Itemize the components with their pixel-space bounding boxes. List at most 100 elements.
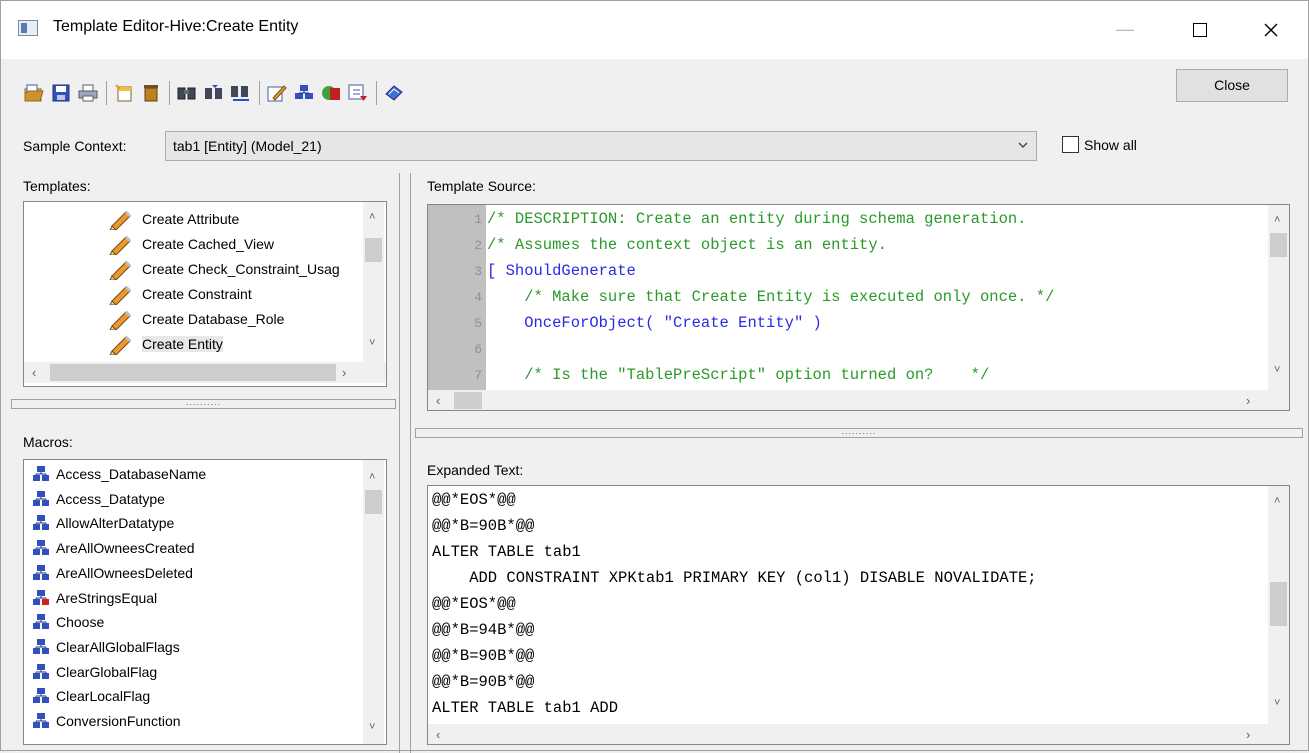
insert-button[interactable] [347,82,369,104]
vertical-splitter[interactable] [399,173,411,753]
chevron-up-icon[interactable]: ˄ [1274,215,1280,226]
macro-button[interactable] [293,82,315,104]
sample-context-dropdown[interactable]: tab1 [Entity] (Model_21) [165,131,1037,161]
macro-item[interactable]: AreStringsEqual [32,586,157,610]
new-button[interactable] [113,82,135,104]
expand-button[interactable] [320,82,342,104]
templates-label: Templates: [23,178,91,194]
macro-item-label: AreAllOwneesDeleted [56,564,193,581]
expanded-text-view[interactable]: @@*EOS*@@ @@*B=90B*@@ ALTER TABLE tab1 ADD… [427,485,1290,745]
code-line: /* Assumes the context object is an enti… [487,236,887,254]
macro-item[interactable]: ClearLocalFlag [32,684,150,708]
save-button[interactable] [50,82,72,104]
print-button[interactable] [77,82,99,104]
macros-list[interactable]: Access_DatabaseName Access_Datatype AllowA… [23,459,387,745]
macro-icon [33,688,49,704]
expanded-hscrollbar[interactable]: ‹ › [428,724,1289,744]
macro-item[interactable]: Access_Datatype [32,487,165,511]
macro-item[interactable]: AreAllOwneesCreated [32,536,195,560]
macro-item[interactable]: AllowAlterDatatype [32,511,174,535]
show-all-checkbox[interactable] [1062,136,1079,153]
templates-vscroll-thumb[interactable] [365,238,382,262]
expanded-line: @@*B=90B*@@ [432,647,535,665]
pencil-icon [109,310,132,330]
chevron-down-icon[interactable]: ˅ [1274,698,1280,709]
line-number: 5 [474,316,482,331]
toolbar-separator [169,81,170,105]
find-next-button[interactable] [203,82,225,104]
macro-item[interactable]: ClearGlobalFlag [32,660,157,684]
template-item[interactable]: Create Constraint [108,282,252,306]
left-horizontal-splitter[interactable]: .......... [11,398,396,409]
macro-item[interactable]: Choose [32,610,104,634]
chevron-down-icon[interactable]: ˅ [369,722,375,733]
template-item[interactable]: Create Cached_View [108,232,274,256]
macro-icon [33,663,49,679]
line-number: 1 [474,212,482,227]
chevron-up-icon[interactable]: ˄ [1274,496,1280,507]
edit-button[interactable] [266,82,288,104]
source-hscroll-thumb[interactable] [454,392,482,409]
macro-icon [33,466,49,481]
template-source-editor[interactable]: 1 /* DESCRIPTION: Create an entity during… [427,204,1290,411]
template-item[interactable]: Create Entity [108,332,223,356]
chevron-up-icon[interactable]: ˄ [369,472,375,483]
show-all-label[interactable]: Show all [1084,137,1137,153]
find-icon [177,87,196,100]
chevron-right-icon[interactable]: › [342,366,346,379]
source-vscroll-thumb[interactable] [1270,233,1287,257]
open-button[interactable] [23,82,45,104]
macro-icon [33,614,49,630]
close-window-button[interactable] [1248,11,1294,47]
expanded-line: @@*B=94B*@@ [432,621,535,639]
templates-vscrollbar[interactable]: ˄ ˅ [363,202,384,362]
find-button[interactable] [176,82,198,104]
pencil-icon [109,235,132,255]
template-editor-window: Template Editor-Hive:Create Entity — Clo… [0,0,1309,753]
toolbar-separator [259,81,260,105]
chevron-left-icon[interactable]: ‹ [436,394,440,407]
chevron-left-icon[interactable]: ‹ [32,366,36,379]
macro-icon [33,564,49,580]
right-horizontal-splitter[interactable]: .......... [415,427,1303,438]
chevron-right-icon[interactable]: › [1246,394,1250,407]
save-icon [52,84,70,102]
expanded-line: @@*B=90B*@@ [432,673,535,691]
expanded-vscroll-thumb[interactable] [1270,582,1287,626]
help-button[interactable] [383,82,405,104]
open-icon [24,84,44,102]
close-icon [1264,23,1278,37]
macro-item[interactable]: AreAllOwneesDeleted [32,561,193,585]
template-item[interactable]: Create Attribute [108,207,239,231]
templates-hscrollbar[interactable]: ‹ › [24,362,386,383]
toolbar-separator [376,81,377,105]
replace-button[interactable] [230,82,252,104]
delete-button[interactable] [140,82,162,104]
macros-vscroll-thumb[interactable] [365,490,382,514]
macros-vscrollbar[interactable]: ˄ ˅ [363,460,384,744]
expanded-line: ALTER TABLE tab1 [432,543,581,561]
pencil-icon [109,260,132,280]
chevron-down-icon[interactable]: ˅ [369,338,375,349]
chevron-left-icon[interactable]: ‹ [436,728,440,741]
chevron-up-icon[interactable]: ˄ [369,212,375,223]
chevron-right-icon[interactable]: › [1246,728,1250,741]
source-vscrollbar[interactable]: ˄ ˅ [1268,205,1289,390]
expanded-vscrollbar[interactable]: ˄ ˅ [1268,486,1289,724]
minimize-button[interactable]: — [1102,11,1148,47]
chevron-down-icon[interactable]: ˅ [1274,365,1280,376]
template-item-label: Create Attribute [142,211,240,227]
source-hscrollbar[interactable]: ‹ › [428,390,1289,410]
macro-item[interactable]: ConversionFunction [32,709,181,733]
close-button[interactable]: Close [1176,69,1288,102]
templates-tree[interactable]: Create Attribute Create Cached_View Create… [23,201,387,387]
expanded-line: @@*EOS*@@ [432,491,516,509]
chevron-down-icon [1018,142,1028,148]
template-item[interactable]: Create Check_Constraint_Usag [108,257,340,281]
template-item[interactable]: Create Database_Role [108,307,284,331]
macro-item[interactable]: Access_DatabaseName [32,462,206,486]
templates-hscroll-thumb[interactable] [50,364,336,381]
macro-item[interactable]: ClearAllGlobalFlags [32,635,180,659]
maximize-button[interactable] [1177,11,1223,47]
macro-item-label: Access_DatabaseName [56,466,207,482]
